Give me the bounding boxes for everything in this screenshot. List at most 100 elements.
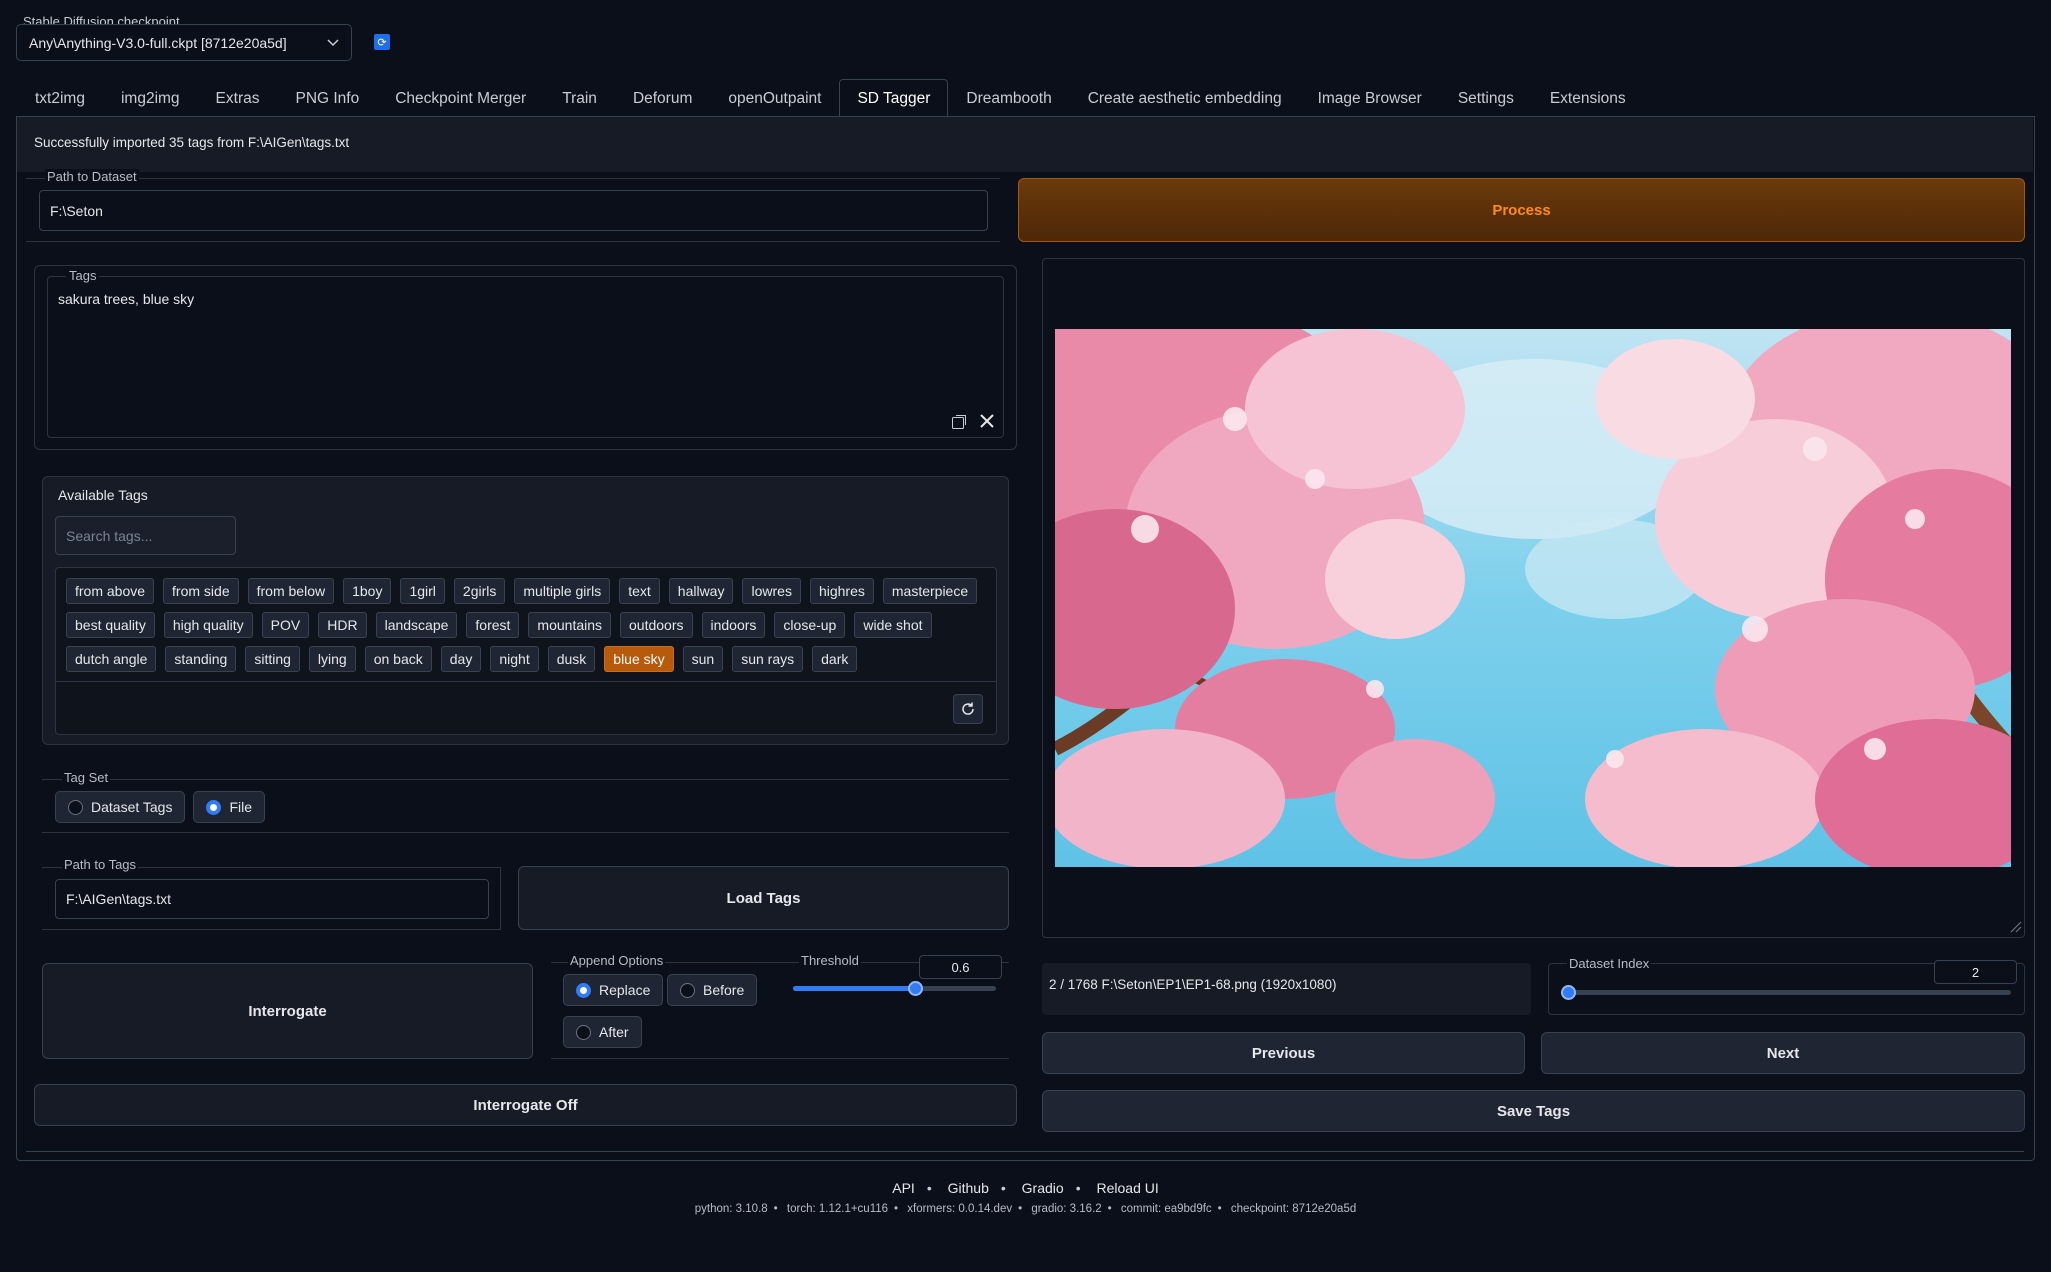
dataset-path-input[interactable]: F:\Seton xyxy=(39,190,988,231)
tab-image-browser[interactable]: Image Browser xyxy=(1300,79,1440,117)
tag-chip[interactable]: high quality xyxy=(163,612,253,638)
tab-checkpoint-merger[interactable]: Checkpoint Merger xyxy=(377,79,544,117)
refresh-icon[interactable]: ⟳ xyxy=(374,34,390,50)
tab-extras[interactable]: Extras xyxy=(198,79,278,117)
tag-chip[interactable]: dark xyxy=(812,646,858,672)
tag-chip[interactable]: from below xyxy=(247,578,335,604)
append-replace-option[interactable]: Replace xyxy=(563,974,664,1006)
checkpoint-select[interactable]: Any\Anything-V3.0-full.ckpt [8712e20a5d] xyxy=(16,24,352,61)
dataset-index-number-input[interactable]: 2 xyxy=(1934,960,2017,984)
tab-create-aesthetic-embedding[interactable]: Create aesthetic embedding xyxy=(1070,79,1300,117)
tab-dreambooth[interactable]: Dreambooth xyxy=(948,79,1069,117)
tab-train[interactable]: Train xyxy=(544,79,615,117)
tags-label: Tags xyxy=(66,268,100,283)
resize-handle-icon[interactable] xyxy=(2008,919,2022,933)
refresh-icon xyxy=(962,702,974,715)
tag-chip-list: from above from side from below 1boy 1gi… xyxy=(66,578,991,680)
clear-icon[interactable] xyxy=(979,413,995,429)
tag-set-option-label: File xyxy=(229,799,253,815)
interrogate-off-button[interactable]: Interrogate Off xyxy=(34,1084,1017,1126)
tag-chip[interactable]: masterpiece xyxy=(882,578,978,604)
tag-chip[interactable]: night xyxy=(490,646,539,672)
version-commit: commit: ea9bd9fc xyxy=(1120,1203,1212,1215)
tab-deforum[interactable]: Deforum xyxy=(615,79,710,117)
tag-chip[interactable]: best quality xyxy=(66,612,155,638)
tag-chip[interactable]: from side xyxy=(163,578,239,604)
tag-chip[interactable]: highres xyxy=(809,578,874,604)
tab-img2img[interactable]: img2img xyxy=(103,79,198,117)
tag-chip[interactable]: wide shot xyxy=(854,612,932,638)
threshold-value: 0.6 xyxy=(951,959,970,975)
tag-chip[interactable]: 2girls xyxy=(453,578,506,604)
tag-set-dataset-tags[interactable]: Dataset Tags xyxy=(55,791,186,823)
load-tags-button[interactable]: Load Tags xyxy=(518,866,1009,930)
footer-link-reload-ui[interactable]: Reload UI xyxy=(1096,1180,1158,1196)
tag-chip[interactable]: sitting xyxy=(245,646,300,672)
dataset-path-label: Path to Dataset xyxy=(45,169,139,184)
tag-chip[interactable]: close-up xyxy=(774,612,846,638)
tag-chip[interactable]: mountains xyxy=(528,612,612,638)
tag-chip[interactable]: dutch angle xyxy=(66,646,157,672)
tag-set-file[interactable]: File xyxy=(193,791,266,823)
interrogate-button[interactable]: Interrogate xyxy=(42,963,533,1059)
radio-icon xyxy=(68,799,83,815)
version-torch: torch: 1.12.1+cu116 xyxy=(786,1203,889,1215)
tag-chip[interactable]: outdoors xyxy=(620,612,693,638)
tags-path-input[interactable]: F:\AIGen\tags.txt xyxy=(55,879,489,919)
next-button[interactable]: Next xyxy=(1541,1032,2025,1074)
tab-openoutpaint[interactable]: openOutpaint xyxy=(710,79,839,117)
tag-row: best quality high quality POV HDR landsc… xyxy=(66,612,991,646)
tab-txt2img[interactable]: txt2img xyxy=(17,79,103,117)
tag-chip[interactable]: POV xyxy=(261,612,310,638)
tag-chip[interactable]: forest xyxy=(466,612,520,638)
tag-chip[interactable]: from above xyxy=(66,578,155,604)
tag-chip[interactable]: HDR xyxy=(318,612,367,638)
tag-chip[interactable]: text xyxy=(619,578,660,604)
dataset-index-slider-thumb[interactable] xyxy=(1561,985,1576,1000)
tag-chip[interactable]: day xyxy=(440,646,482,672)
tag-chip[interactable]: 1boy xyxy=(343,578,392,604)
tag-chip[interactable]: dusk xyxy=(547,646,596,672)
tag-search-input[interactable]: Search tags... xyxy=(55,516,236,555)
previous-button[interactable]: Previous xyxy=(1042,1032,1525,1074)
tab-settings[interactable]: Settings xyxy=(1440,79,1532,117)
preview-image xyxy=(1055,329,2011,867)
dataset-index-slider-track[interactable] xyxy=(1563,990,2011,995)
refresh-tags-button[interactable] xyxy=(953,694,983,724)
tag-chip[interactable]: sun rays xyxy=(732,646,804,672)
tag-chip[interactable]: standing xyxy=(165,646,237,672)
tab-sd-tagger[interactable]: SD Tagger xyxy=(839,79,949,117)
tag-chip[interactable]: indoors xyxy=(701,612,766,638)
version-python: python: 3.10.8 xyxy=(694,1203,768,1215)
tag-chip-selected[interactable]: blue sky xyxy=(604,646,674,672)
status-message: Successfully imported 35 tags from F:\AI… xyxy=(17,117,2033,172)
tag-chip[interactable]: hallway xyxy=(668,578,734,604)
tag-chip[interactable]: on back xyxy=(364,646,432,672)
tag-chip[interactable]: multiple girls xyxy=(514,578,611,604)
tag-chip[interactable]: landscape xyxy=(375,612,458,638)
tag-chip[interactable]: lowres xyxy=(742,578,801,604)
footer-link-api[interactable]: API xyxy=(892,1180,915,1196)
footer-link-gradio[interactable]: Gradio xyxy=(1022,1180,1064,1196)
footer-link-github[interactable]: Github xyxy=(948,1180,989,1196)
threshold-slider-track[interactable] xyxy=(793,986,996,991)
tab-png-info[interactable]: PNG Info xyxy=(277,79,377,117)
radio-checked-icon xyxy=(206,799,222,815)
tag-chip[interactable]: 1girl xyxy=(400,578,445,604)
radio-checked-icon xyxy=(576,982,591,998)
tab-extensions[interactable]: Extensions xyxy=(1532,79,1644,117)
bottom-divider xyxy=(26,1151,2024,1152)
threshold-number-input[interactable]: 0.6 xyxy=(919,955,1002,979)
append-after-option[interactable]: After xyxy=(563,1016,642,1048)
save-tags-button[interactable]: Save Tags xyxy=(1042,1090,2025,1132)
tab-bar: txt2img img2img Extras PNG Info Checkpoi… xyxy=(17,79,1644,117)
threshold-slider-thumb[interactable] xyxy=(907,981,923,996)
tag-chip[interactable]: sun xyxy=(682,646,724,672)
tags-textarea[interactable]: sakura trees, blue sky xyxy=(58,291,194,307)
process-button[interactable]: Process xyxy=(1018,178,2025,242)
tag-chip[interactable]: lying xyxy=(308,646,356,672)
append-before-option[interactable]: Before xyxy=(667,974,758,1006)
tag-set-option-label: Dataset Tags xyxy=(91,799,173,815)
copy-icon[interactable] xyxy=(951,414,967,430)
radio-icon xyxy=(576,1024,591,1040)
